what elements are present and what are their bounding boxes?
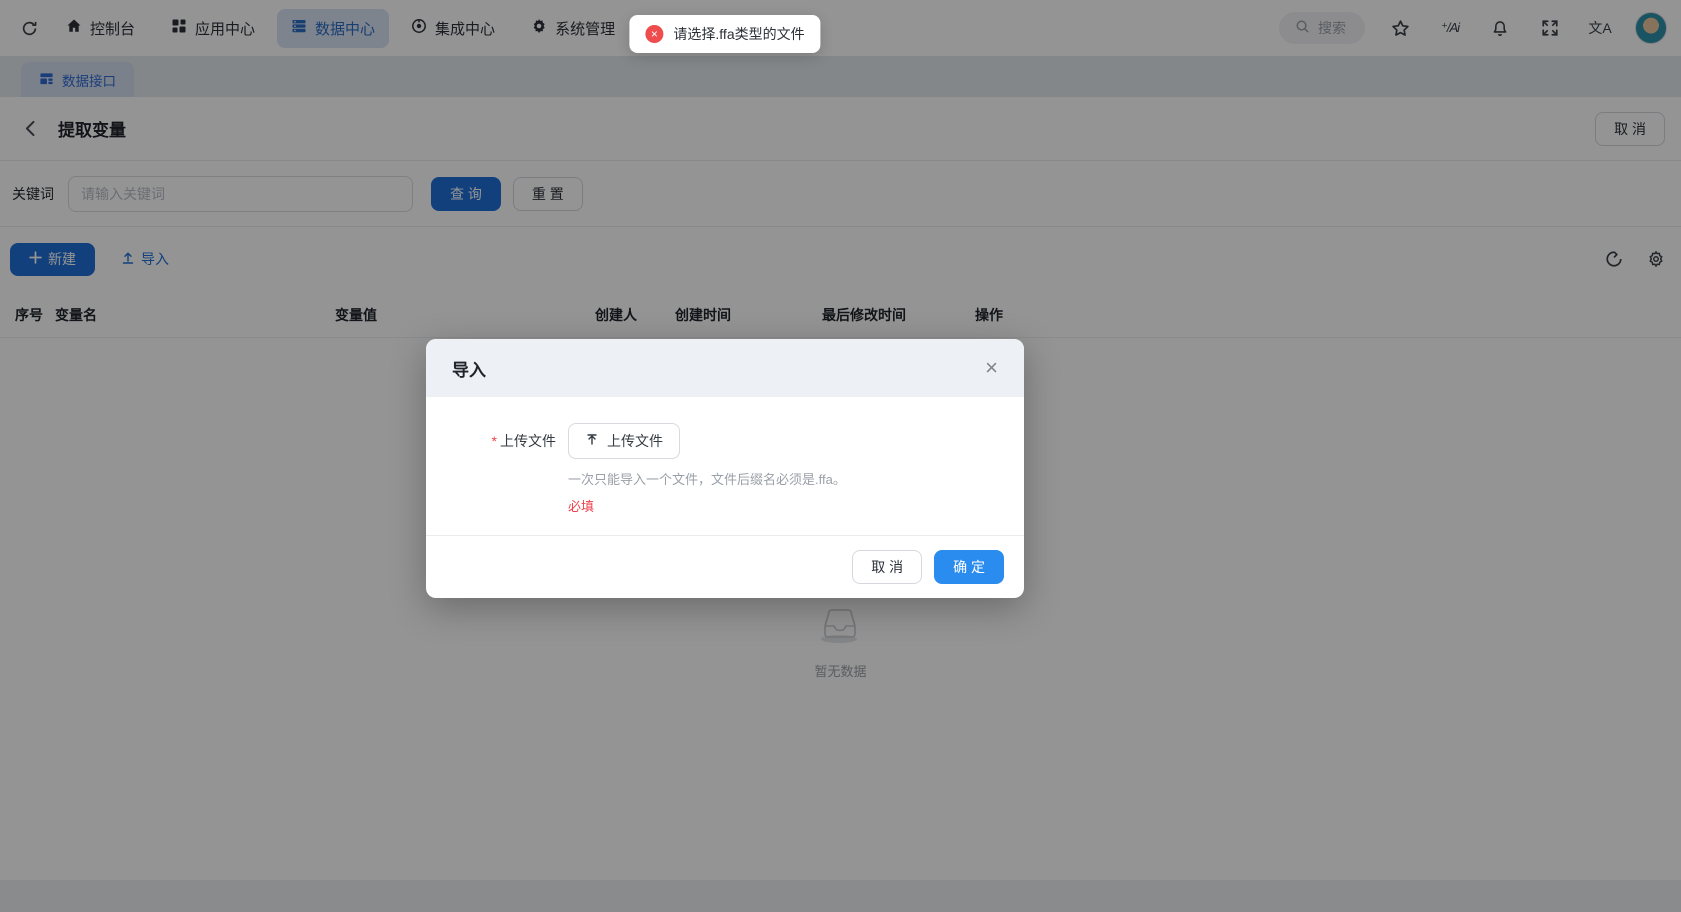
modal-cancel-button[interactable]: 取 消 <box>852 550 923 584</box>
upload-field-control: 上传文件 一次只能导入一个文件，文件后缀名必须是.ffa。 必填 <box>568 423 846 515</box>
required-error: 必填 <box>568 499 595 514</box>
upload-field-label: * 上传文件 <box>491 433 556 449</box>
modal-header: 导入 × <box>426 339 1024 397</box>
modal-title: 导入 <box>452 360 486 380</box>
error-circle-icon: × <box>645 25 664 43</box>
screen: 控制台 应用中心 数据中心 集成中心 系统管理 搜索 ⁺/Ai 文A 数据接口 … <box>0 0 1681 912</box>
upload-hint: 一次只能导入一个文件，文件后缀名必须是.ffa。 <box>568 472 846 487</box>
required-asterisk: * <box>491 433 497 449</box>
close-icon[interactable]: × <box>985 357 998 379</box>
upload-icon <box>585 433 599 450</box>
import-modal: 导入 × * 上传文件 上传文件 一次只能导入一个文件，文件后缀名必须是.ffa。… <box>426 339 1024 598</box>
modal-footer: 取 消 确 定 <box>426 535 1024 598</box>
error-toast: × 请选择.ffa类型的文件 <box>629 15 821 53</box>
modal-confirm-button[interactable]: 确 定 <box>934 550 1004 584</box>
modal-body: * 上传文件 上传文件 一次只能导入一个文件，文件后缀名必须是.ffa。 必填 <box>426 397 1024 535</box>
upload-field-row: * 上传文件 上传文件 一次只能导入一个文件，文件后缀名必须是.ffa。 必填 <box>452 423 998 515</box>
upload-file-button[interactable]: 上传文件 <box>568 423 680 459</box>
toast-message: 请选择.ffa类型的文件 <box>673 26 805 42</box>
